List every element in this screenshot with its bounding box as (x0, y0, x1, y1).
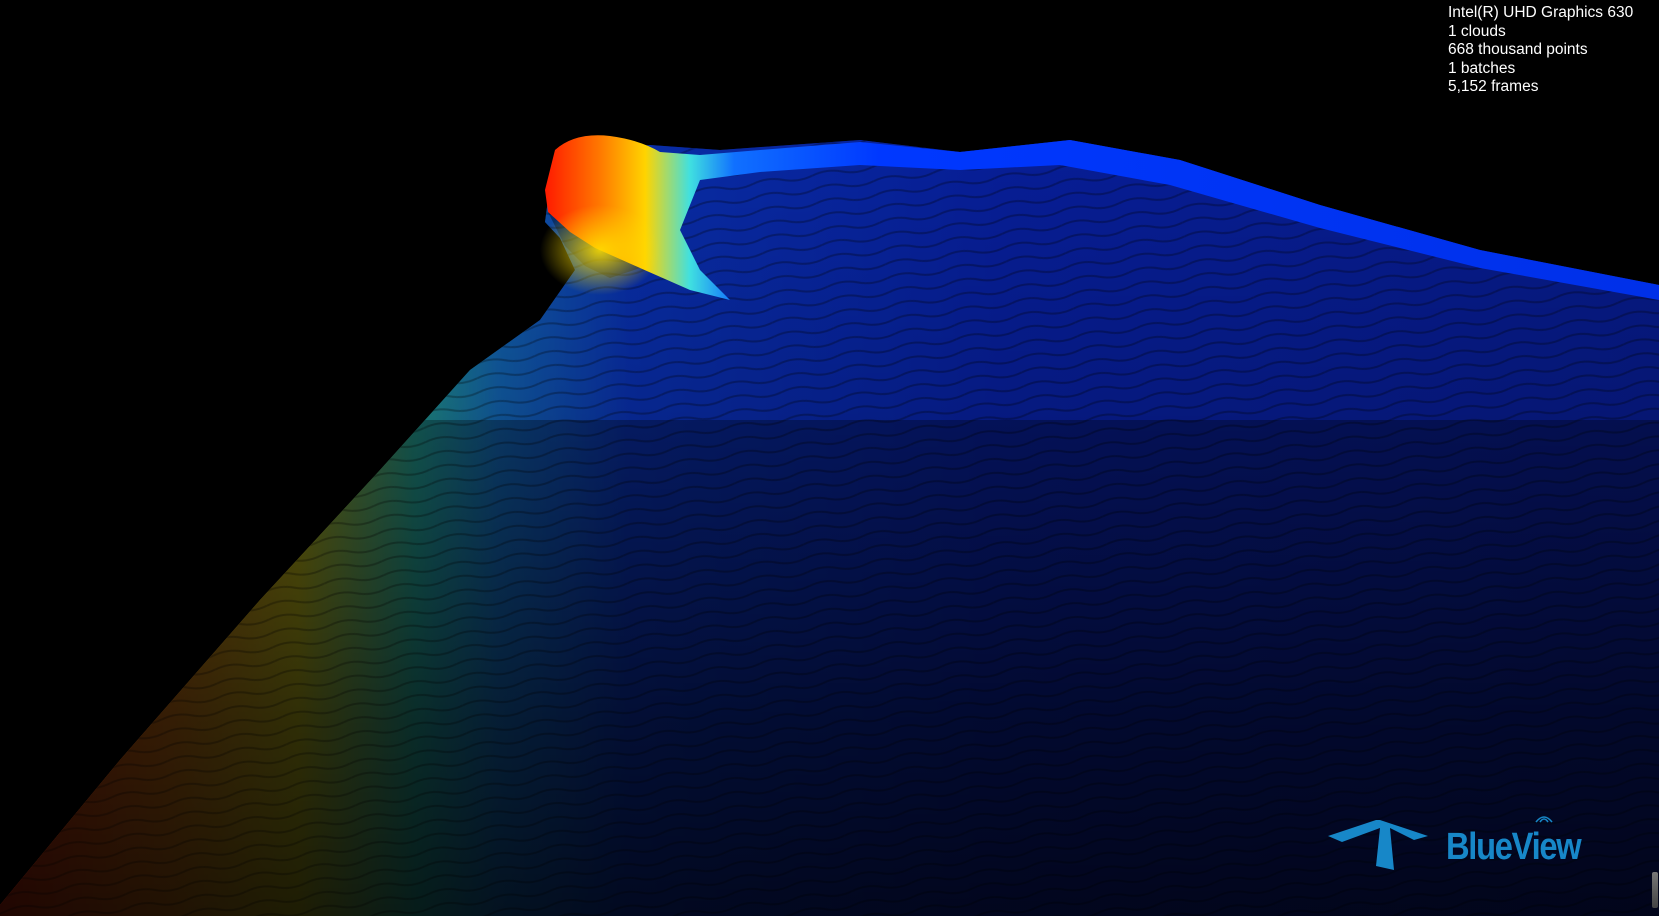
gpu-name: Intel(R) UHD Graphics 630 (1448, 4, 1634, 21)
cliff-highlight (540, 205, 660, 295)
signal-waves-icon (1535, 816, 1553, 823)
depth-fade (0, 140, 1659, 916)
point-cloud-render[interactable] (0, 0, 1659, 916)
blueview-logo: BlueView (1328, 816, 1628, 882)
frame-count: 5,152 frames (1448, 78, 1539, 95)
logo-wordmark: BlueView (1446, 826, 1582, 868)
batch-count: 1 batches (1448, 59, 1516, 77)
resize-handle[interactable] (1652, 872, 1658, 908)
render-stats-overlay: Intel(R) UHD Graphics 630 1 clouds 668 t… (1448, 4, 1633, 97)
point-count: 668 thousand points (1448, 41, 1588, 58)
teledyne-logo-icon (1328, 820, 1428, 870)
point-cloud-viewport[interactable]: Intel(R) UHD Graphics 630 1 clouds 668 t… (0, 0, 1659, 916)
cloud-count: 1 clouds (1448, 22, 1506, 40)
